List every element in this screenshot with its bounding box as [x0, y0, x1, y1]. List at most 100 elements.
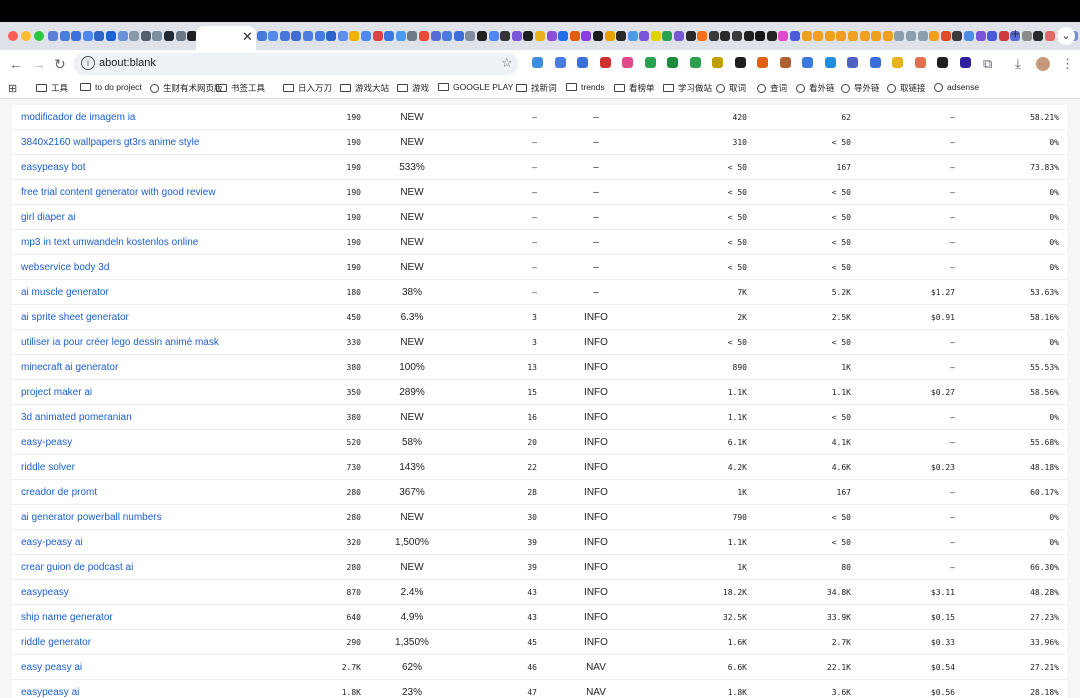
extension-icon[interactable]: [577, 57, 588, 68]
bookmark-item[interactable]: adsense: [934, 82, 979, 92]
keyword-link[interactable]: easy-peasy: [21, 430, 72, 455]
tab-favicon-icon[interactable]: [987, 31, 998, 41]
reload-icon[interactable]: ↻: [54, 56, 66, 73]
tab-favicon-icon[interactable]: [685, 31, 696, 41]
bookmark-item[interactable]: GOOGLE PLAY: [438, 82, 513, 92]
keyword-link[interactable]: minecraft ai generator: [21, 355, 118, 380]
extension-icon[interactable]: [599, 57, 611, 68]
bookmark-star-icon[interactable]: ☆: [501, 55, 513, 71]
keyword-link[interactable]: riddle generator: [21, 630, 91, 655]
keyword-link[interactable]: easypeasy ai: [21, 680, 79, 698]
tab-favicon-icon[interactable]: [720, 31, 731, 41]
tab-favicon-icon[interactable]: [279, 31, 290, 41]
extension-icon[interactable]: [869, 57, 881, 68]
tab-favicon-icon[interactable]: [1021, 31, 1032, 41]
keyword-link[interactable]: modificador de imagem ia: [21, 105, 136, 130]
keyword-link[interactable]: project maker ai: [21, 380, 92, 405]
keyword-link[interactable]: riddle solver: [21, 455, 75, 480]
bookmark-item[interactable]: 生财有术网页版: [150, 82, 223, 94]
extension-icon[interactable]: [644, 57, 656, 68]
tab-favicon-icon[interactable]: [952, 31, 963, 41]
forward-icon[interactable]: →: [32, 56, 46, 72]
tab-favicon-icon[interactable]: [627, 31, 638, 41]
close-tab-icon[interactable]: ✕: [242, 29, 253, 45]
tab-favicon-icon[interactable]: [291, 31, 302, 41]
site-info-icon[interactable]: i: [81, 56, 95, 70]
tab-favicon-icon[interactable]: [847, 31, 858, 41]
tab-favicon-icon[interactable]: [674, 31, 685, 41]
keyword-link[interactable]: ship name generator: [21, 605, 113, 630]
tab-favicon-icon[interactable]: [384, 31, 395, 41]
extension-icon[interactable]: [779, 57, 791, 68]
extension-icon[interactable]: [892, 57, 903, 68]
tab-favicon-icon[interactable]: [48, 31, 58, 41]
tab-favicon-icon[interactable]: [129, 31, 140, 41]
extension-icon[interactable]: [532, 57, 543, 68]
tab-favicon-icon[interactable]: [639, 31, 650, 41]
new-tab-icon[interactable]: +: [1011, 26, 1020, 43]
extensions-menu-icon[interactable]: ⧉: [983, 56, 992, 72]
minimize-window-dot[interactable]: [21, 31, 31, 41]
bookmark-item[interactable]: 日入万刀: [283, 82, 332, 94]
tab-favicon-icon[interactable]: [790, 31, 800, 41]
tab-favicon-icon[interactable]: [813, 31, 824, 41]
bookmark-item[interactable]: 找新词: [516, 82, 557, 94]
maximize-window-dot[interactable]: [34, 31, 44, 41]
tab-favicon-icon[interactable]: [975, 31, 986, 41]
tab-favicon-icon[interactable]: [476, 31, 487, 41]
tab-favicon-icon[interactable]: [929, 31, 940, 41]
tab-favicon-icon[interactable]: [361, 31, 372, 41]
tab-favicon-icon[interactable]: [569, 31, 580, 41]
tab-favicon-icon[interactable]: [407, 31, 418, 41]
tab-favicon-icon[interactable]: [82, 31, 93, 41]
keyword-link[interactable]: ai muscle generator: [21, 280, 109, 305]
tab-favicon-icon[interactable]: [824, 31, 835, 41]
tab-favicon-icon[interactable]: [534, 31, 545, 41]
tab-favicon-icon[interactable]: [430, 31, 441, 41]
extension-icon[interactable]: [802, 57, 813, 68]
tab-favicon-icon[interactable]: [836, 31, 847, 41]
bookmark-item[interactable]: 查词: [757, 82, 787, 94]
tab-favicon-icon[interactable]: [1033, 31, 1044, 41]
tab-favicon-icon[interactable]: [59, 31, 70, 41]
more-menu-icon[interactable]: ⋮: [1061, 56, 1074, 72]
tab-favicon-icon[interactable]: [71, 31, 82, 41]
url-text[interactable]: about:blank: [99, 57, 156, 69]
tab-favicon-icon[interactable]: [546, 31, 557, 41]
tab-favicon-icon[interactable]: [337, 31, 348, 41]
tab-favicon-icon[interactable]: [105, 31, 116, 41]
bookmark-item[interactable]: 导外链: [841, 82, 880, 94]
bookmark-item[interactable]: 游戏大站: [340, 82, 389, 94]
extension-icon[interactable]: [554, 57, 566, 68]
tab-favicon-icon[interactable]: [616, 31, 627, 41]
tab-favicon-icon[interactable]: [732, 31, 743, 41]
keyword-link[interactable]: crear guion de podcast ai: [21, 555, 133, 580]
tab-favicon-icon[interactable]: [581, 31, 592, 41]
tab-favicon-icon[interactable]: [650, 31, 661, 41]
bookmark-item[interactable]: 学习做站: [663, 82, 712, 94]
extension-icon[interactable]: [914, 57, 926, 68]
tab-favicon-icon[interactable]: [859, 31, 870, 41]
tab-favicon-icon[interactable]: [1045, 31, 1056, 41]
tab-favicon-icon[interactable]: [94, 31, 105, 41]
tab-favicon-icon[interactable]: [256, 31, 267, 41]
extension-icon[interactable]: [959, 57, 971, 68]
tab-favicon-icon[interactable]: [743, 31, 754, 41]
tab-favicon-icon[interactable]: [419, 31, 429, 41]
keyword-link[interactable]: easy peasy ai: [21, 655, 82, 680]
tab-favicon-icon[interactable]: [871, 31, 882, 41]
tab-favicon-icon[interactable]: [511, 31, 522, 41]
address-bar[interactable]: i about:blank ☆: [73, 53, 518, 75]
tab-favicon-icon[interactable]: [442, 31, 453, 41]
keyword-link[interactable]: 3d animated pomeranian: [21, 405, 132, 430]
keyword-link[interactable]: 3840x2160 wallpapers gt3rs anime style: [21, 130, 199, 155]
tab-favicon-icon[interactable]: [940, 31, 951, 41]
back-icon[interactable]: ←: [9, 56, 23, 72]
keyword-link[interactable]: ai generator powerball numbers: [21, 505, 162, 530]
tab-favicon-icon[interactable]: [592, 31, 603, 41]
extension-icon[interactable]: [622, 57, 633, 68]
tab-favicon-icon[interactable]: [314, 31, 325, 41]
bookmark-item[interactable]: 看外链: [796, 82, 835, 94]
tab-favicon-icon[interactable]: [175, 31, 186, 41]
keyword-link[interactable]: creador de promt: [21, 480, 97, 505]
